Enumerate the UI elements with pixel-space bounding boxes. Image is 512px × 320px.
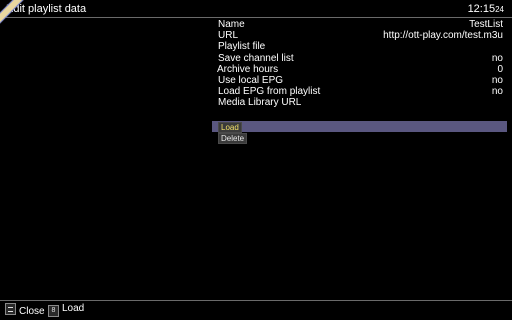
setting-label: Load EPG from playlist [218,86,321,98]
header-divider [0,17,512,18]
setting-row-name[interactable]: Name TestList [218,19,503,30]
setting-row-media-library-url[interactable]: Media Library URL [218,97,503,108]
setting-row-load-epg-from-playlist[interactable]: Load EPG from playlist no [218,86,503,97]
setting-label: Playlist file [218,41,266,53]
settings-list: Name TestList URL http://ott-play.com/te… [217,19,503,109]
load-hint[interactable]: 8 Load [48,303,85,317]
setting-row-save-channel-list[interactable]: Save channel list no [218,53,503,64]
clock: 12:1524 [468,3,504,16]
setting-label: Save channel list [218,52,294,64]
setting-row-playlist-file[interactable]: Playlist file [218,41,503,52]
clock-time: 12:15 [467,3,496,15]
load-button[interactable]: Load [218,122,242,133]
setting-value: no [491,74,503,86]
playlist-edit-screen: Edit playlist data 12:1524 Name TestList… [0,0,512,320]
setting-label: Media Library URL [218,97,302,109]
setting-value: no [491,52,503,64]
setting-row-use-local-epg[interactable]: Use local EPG no [218,75,503,86]
exit-key-icon [5,303,16,315]
setting-value: TestList [469,19,503,30]
corner-ribbon-icon [0,0,26,26]
setting-label: Archive hours [217,63,279,75]
load-hint-label: Load [62,303,85,314]
delete-button[interactable]: Delete [218,133,248,144]
setting-value: http://ott-play.com/test.m3u [383,30,503,42]
setting-value: 0 [497,63,503,75]
selection-highlight [212,121,507,132]
footer-divider [0,300,512,301]
setting-value: no [491,86,503,98]
setting-row-url[interactable]: URL http://ott-play.com/test.m3u [218,30,503,41]
close-hint-label: Close [19,306,45,317]
setting-label: Name [218,19,245,30]
close-hint[interactable]: Close [5,303,45,317]
clock-seconds: 24 [495,5,504,14]
setting-row-archive-hours[interactable]: Archive hours 0 [217,63,503,75]
setting-label: URL [218,30,239,42]
setting-label: Use local EPG [218,74,284,86]
header-bar: Edit playlist data 12:1524 [0,0,512,18]
key-8-icon: 8 [48,305,59,317]
